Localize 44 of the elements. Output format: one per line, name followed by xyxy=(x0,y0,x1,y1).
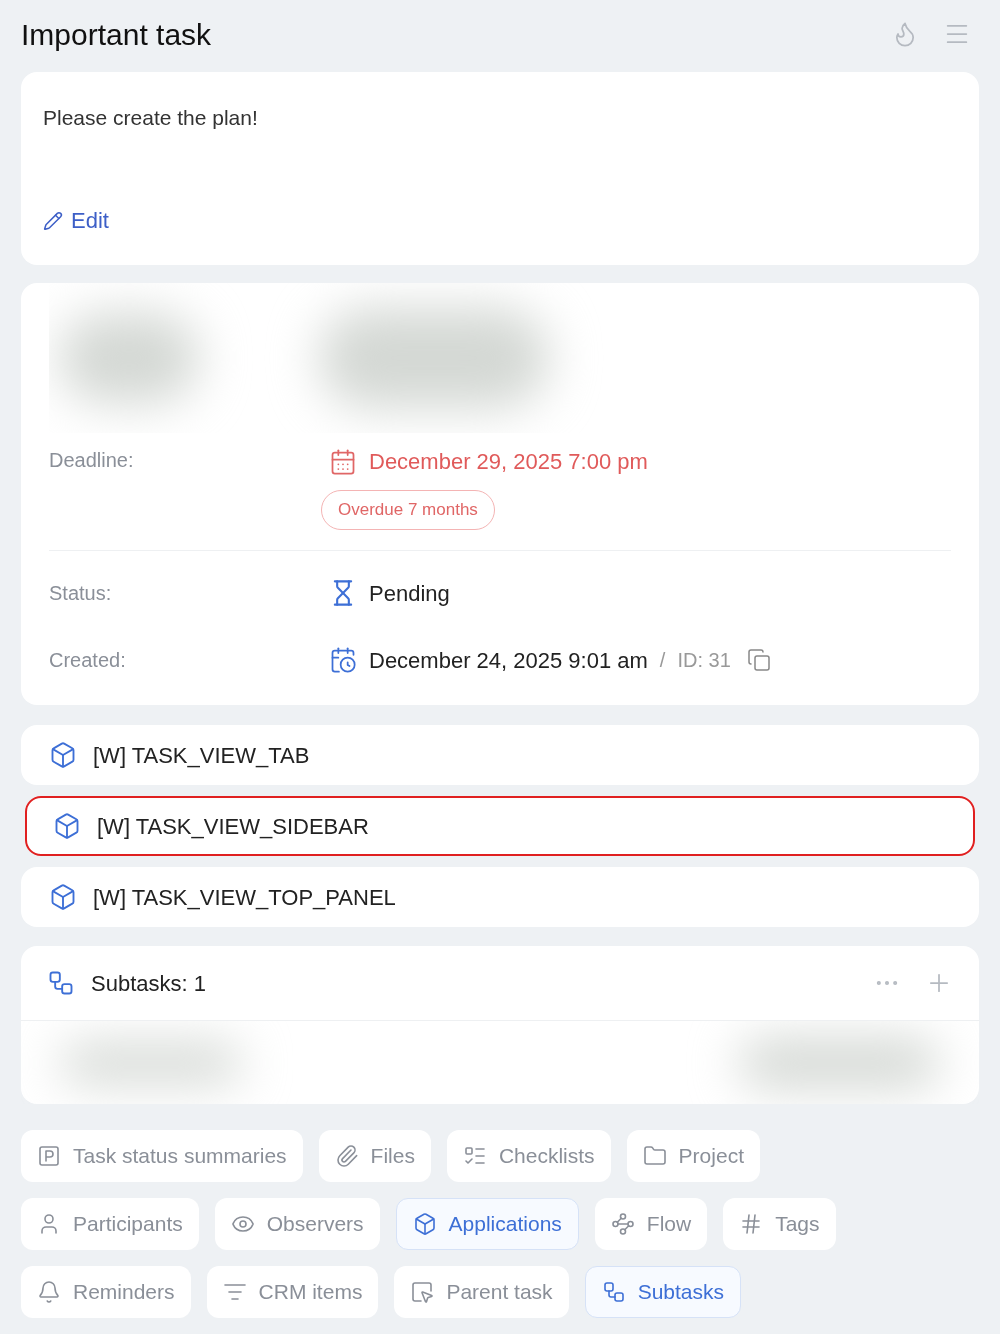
description-text: Please create the plan! xyxy=(43,105,259,131)
cube-icon xyxy=(53,812,81,840)
pencil-icon xyxy=(43,210,63,231)
status-value: Pending xyxy=(369,579,450,608)
edit-link[interactable]: Edit xyxy=(43,204,109,237)
created-value: December 24, 2025 9:01 am xyxy=(369,646,648,675)
section-chip[interactable]: CRM items xyxy=(206,1266,379,1318)
task-title: Important task xyxy=(21,16,212,53)
section-chip[interactable]: Tags xyxy=(723,1198,836,1250)
folder-icon xyxy=(642,1144,667,1168)
flow-icon xyxy=(610,1212,635,1236)
section-chip[interactable]: Parent task xyxy=(394,1266,569,1318)
application-row[interactable]: [W] TASK_VIEW_TAB xyxy=(21,725,979,785)
task-id: ID: 31 xyxy=(677,648,731,673)
section-chip[interactable]: Project xyxy=(626,1130,760,1182)
pointer-square-icon xyxy=(410,1280,435,1304)
separator: / xyxy=(659,648,666,673)
application-row[interactable]: [W] TASK_VIEW_TOP_PANEL xyxy=(21,867,979,927)
section-chip[interactable]: Observers xyxy=(214,1198,380,1250)
cube-icon xyxy=(412,1212,437,1236)
cube-icon xyxy=(49,741,77,769)
copy-icon[interactable] xyxy=(746,648,771,672)
deadline-value: December 29, 2025 7:00 pm xyxy=(369,448,648,476)
section-chip[interactable]: Reminders xyxy=(21,1266,191,1318)
section-chip[interactable]: Task status summaries xyxy=(21,1130,303,1182)
bell-icon xyxy=(37,1280,61,1304)
section-chip[interactable]: Files xyxy=(318,1130,431,1182)
parking-square-icon xyxy=(37,1144,61,1168)
section-chip[interactable]: Checklists xyxy=(446,1130,611,1182)
calendar-icon xyxy=(329,447,357,476)
application-row[interactable]: [W] TASK_VIEW_SIDEBAR xyxy=(25,796,975,856)
calendar-clock-icon xyxy=(329,646,357,674)
cube-icon xyxy=(49,883,77,911)
field-label: Status: xyxy=(49,581,113,606)
subtasks-icon xyxy=(601,1280,626,1304)
field-label: Deadline: xyxy=(49,448,135,473)
section-chip[interactable]: Flow xyxy=(594,1198,708,1250)
subtasks-title: Subtasks: 1 xyxy=(91,969,206,998)
section-chip[interactable]: Applications xyxy=(395,1198,579,1250)
section-chip[interactable]: Participants xyxy=(21,1198,199,1250)
paperclip-icon xyxy=(334,1144,359,1168)
subtasks-icon xyxy=(47,969,75,997)
field-label: Created: xyxy=(49,648,127,673)
section-chip[interactable]: Subtasks xyxy=(584,1266,741,1318)
